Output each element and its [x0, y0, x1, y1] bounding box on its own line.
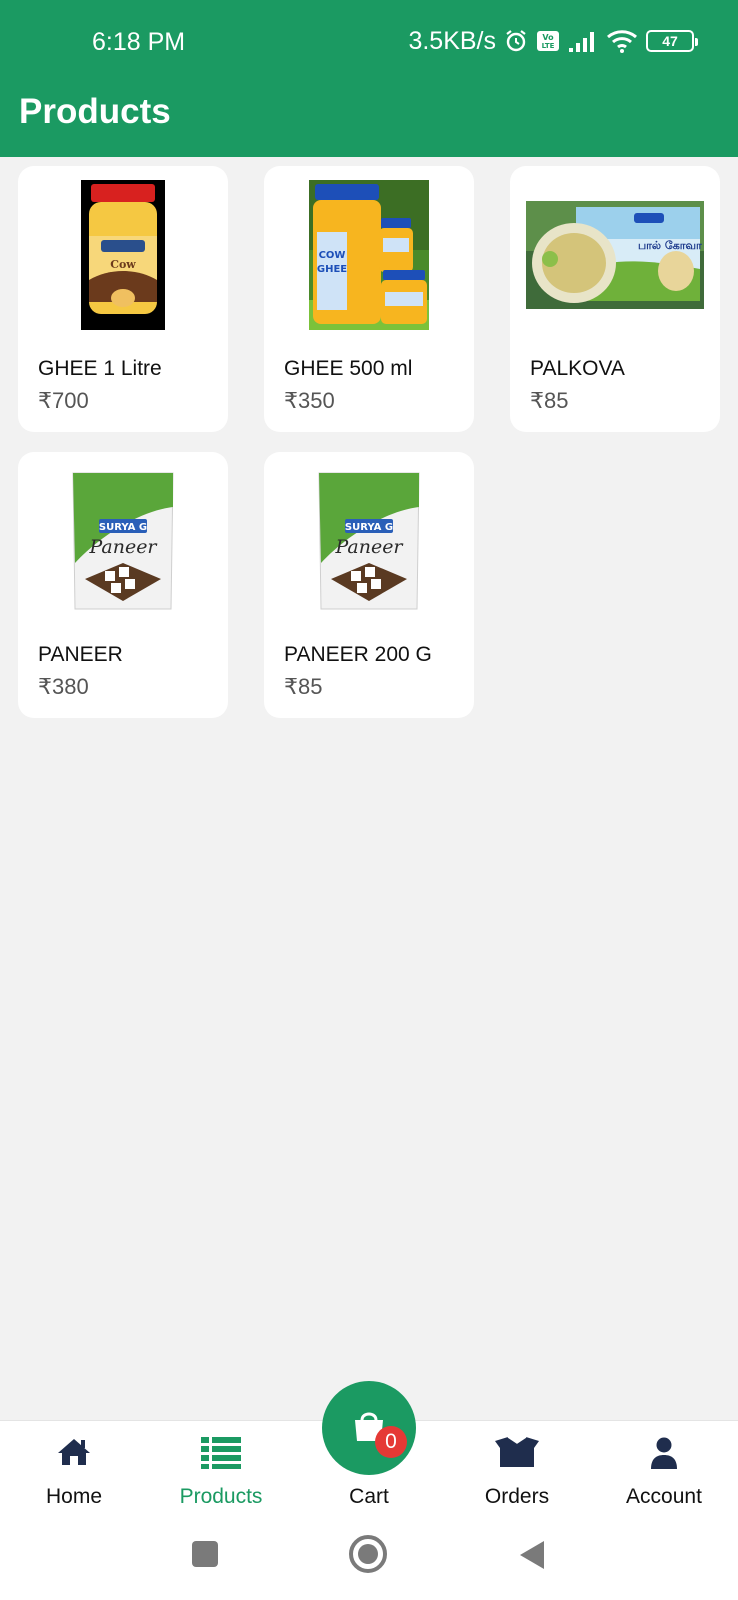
page-title: Products	[19, 92, 171, 131]
network-speed: 3.5KB/s	[408, 26, 496, 55]
product-name: PALKOVA	[530, 357, 625, 380]
user-icon	[650, 1437, 678, 1474]
product-card-palkova[interactable]: பால் கோவா PALKOVA ₹85	[510, 166, 720, 432]
nav-label: Orders	[484, 1485, 550, 1508]
svg-text:GHEE: GHEE	[317, 264, 347, 275]
product-name: PANEER 200 G	[284, 643, 432, 666]
recent-apps-button[interactable]	[191, 1540, 219, 1573]
battery-icon: 47	[646, 30, 698, 52]
alarm-icon	[504, 29, 528, 53]
app-header: 6:18 PM 3.5KB/s Vo LTE 47 Products	[0, 0, 738, 157]
svg-text:SURYA G: SURYA G	[345, 522, 393, 533]
product-price: ₹350	[284, 388, 335, 413]
home-button[interactable]	[348, 1535, 388, 1579]
nav-products[interactable]: Products	[151, 1421, 291, 1521]
product-image: பால் கோவா	[510, 180, 720, 330]
product-card-paneer[interactable]: SURYA G Paneer PANEER ₹380	[18, 452, 228, 718]
box-icon	[494, 1436, 540, 1474]
product-card-paneer-200-g[interactable]: SURYA G Paneer PANEER 200 G ₹85	[264, 452, 474, 718]
nav-label: Account	[626, 1485, 702, 1508]
product-image: SURYA G Paneer	[18, 466, 228, 616]
status-icons: 3.5KB/s Vo LTE 47	[408, 26, 698, 56]
volte-icon: Vo LTE	[536, 29, 560, 53]
system-nav-bar	[0, 1520, 738, 1600]
status-bar: 6:18 PM 3.5KB/s Vo LTE 47	[0, 0, 738, 86]
nav-label: Home	[45, 1485, 103, 1508]
nav-label: Products	[179, 1485, 263, 1508]
cart-button[interactable]: 0	[322, 1381, 416, 1475]
cart-count-badge: 0	[375, 1426, 407, 1458]
signal-icon	[568, 29, 598, 53]
svg-text:Paneer: Paneer	[88, 536, 158, 558]
product-image: COW GHEE	[264, 180, 474, 330]
product-price: ₹700	[38, 388, 89, 413]
nav-orders[interactable]: Orders	[447, 1421, 587, 1521]
back-button[interactable]	[518, 1540, 546, 1575]
nav-label: Cart	[349, 1485, 389, 1508]
status-time: 6:18 PM	[92, 28, 186, 56]
product-image: SURYA G Paneer	[264, 466, 474, 616]
product-card-ghee-500-ml[interactable]: COW GHEE GHEE 500 ml ₹350	[264, 166, 474, 432]
product-price: ₹380	[38, 674, 89, 699]
product-price: ₹85	[530, 388, 569, 413]
product-name: GHEE 500 ml	[284, 357, 413, 380]
product-name: PANEER	[38, 643, 123, 666]
product-card-ghee-1-litre[interactable]: Cow Ghee GHEE 1 Litre ₹700	[18, 166, 228, 432]
product-price: ₹85	[284, 674, 323, 699]
product-name: GHEE 1 Litre	[38, 357, 162, 380]
svg-text:COW: COW	[319, 250, 346, 261]
svg-text:Paneer: Paneer	[334, 536, 404, 558]
list-icon	[201, 1437, 241, 1474]
home-icon	[57, 1437, 91, 1472]
product-image: Cow Ghee	[18, 180, 228, 330]
svg-text:பால் கோவா: பால் கோவா	[638, 239, 702, 252]
nav-account[interactable]: Account	[594, 1421, 734, 1521]
nav-home[interactable]: Home	[4, 1421, 144, 1521]
svg-text:Vo: Vo	[542, 33, 554, 42]
svg-text:LTE: LTE	[542, 42, 555, 50]
wifi-icon	[606, 28, 638, 54]
svg-text:SURYA G: SURYA G	[99, 522, 147, 533]
svg-text:Ghee: Ghee	[107, 270, 138, 283]
